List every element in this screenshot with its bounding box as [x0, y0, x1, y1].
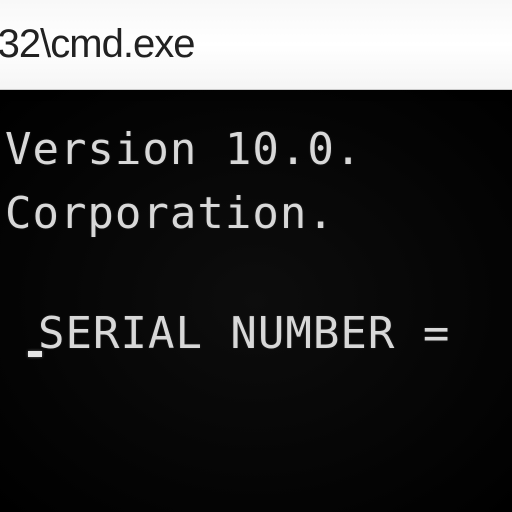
window-title-bar[interactable]: stem32\cmd.exe	[0, 0, 512, 90]
terminal-output-line: SERIAL NUMBER =	[38, 302, 512, 366]
terminal-output-line: oft Corporation.	[0, 182, 512, 246]
window-title-text: stem32\cmd.exe	[0, 22, 194, 67]
terminal-output-line: ws [Version 10.0.	[0, 118, 512, 182]
terminal-output-text: SERIAL NUMBER =	[38, 308, 450, 359]
terminal-body[interactable]: ws [Version 10.0. oft Corporation. SERIA…	[0, 90, 512, 512]
terminal-cursor	[28, 351, 42, 357]
